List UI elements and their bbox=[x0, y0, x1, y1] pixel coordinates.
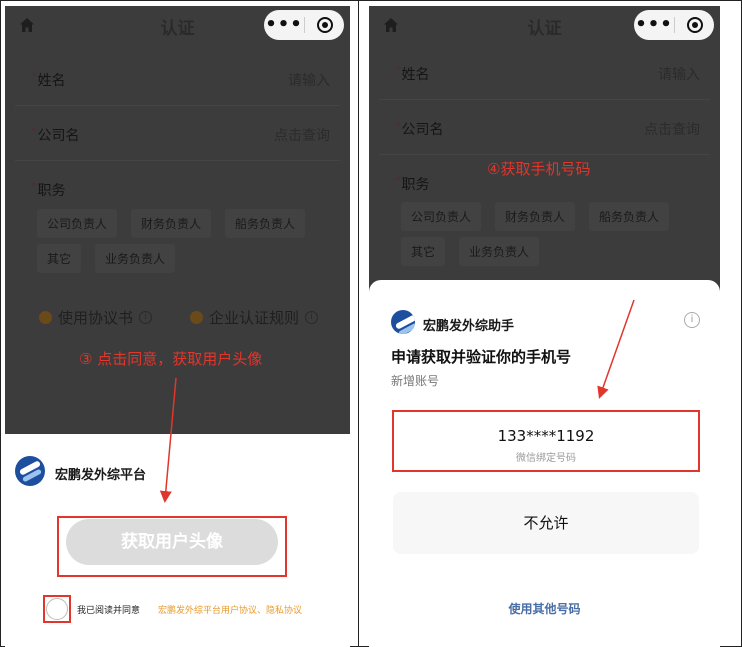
more-dots-icon[interactable]: ••• bbox=[264, 10, 304, 40]
required-mark: * bbox=[395, 64, 401, 77]
agreement-links: 使用协议书 i 企业认证规则 i bbox=[39, 307, 319, 328]
job-option-company-head[interactable]: 公司负责人 bbox=[401, 202, 482, 231]
step-annotation: ③ 点击同意，获取用户头像 bbox=[79, 350, 263, 368]
target-icon bbox=[316, 17, 333, 33]
close-miniprogram-button[interactable] bbox=[305, 17, 344, 33]
job-label: *职务 bbox=[31, 180, 66, 199]
job-options: 公司负责人 财务负责人 船务负责人 其它 业务负责人 bbox=[37, 209, 327, 273]
close-miniprogram-button[interactable] bbox=[675, 17, 714, 33]
job-option-finance-head[interactable]: 财务负责人 bbox=[131, 209, 212, 238]
job-option-business-head[interactable]: 业务负责人 bbox=[95, 244, 176, 273]
agree-text: 我已阅读并同意 bbox=[77, 606, 141, 616]
capsule-menu: ••• bbox=[264, 10, 344, 40]
job-option-other[interactable]: 其它 bbox=[37, 244, 82, 273]
name-row[interactable]: *姓名 请输入 bbox=[15, 52, 340, 106]
company-row[interactable]: *公司名 点击查询 bbox=[379, 101, 710, 155]
app-logo-icon bbox=[391, 310, 415, 334]
panel-divider bbox=[358, 0, 359, 647]
target-icon bbox=[686, 17, 703, 33]
check-dot-icon bbox=[190, 311, 204, 324]
request-title: 申请获取并验证你的手机号 bbox=[391, 348, 572, 366]
info-icon: i bbox=[305, 311, 319, 324]
required-mark: * bbox=[395, 174, 401, 187]
request-subtitle: 新增账号 bbox=[391, 374, 440, 388]
agreement-policy-link[interactable]: 宏鹏发外综平台用户协议、隐私协议 bbox=[158, 603, 302, 616]
step-annotation: ④获取手机号码 bbox=[487, 160, 591, 178]
required-mark: * bbox=[31, 125, 37, 138]
company-row[interactable]: *公司名 点击查询 bbox=[15, 107, 340, 161]
job-option-finance-head[interactable]: 财务负责人 bbox=[495, 202, 576, 231]
usage-agreement-link[interactable]: 使用协议书 i bbox=[39, 307, 153, 328]
job-option-other[interactable]: 其它 bbox=[401, 237, 446, 266]
company-label: *公司名 bbox=[31, 125, 80, 144]
name-input[interactable]: 请输入 bbox=[658, 64, 700, 84]
company-search-field[interactable]: 点击查询 bbox=[644, 119, 700, 139]
name-label: *姓名 bbox=[395, 64, 430, 83]
job-option-shipping-head[interactable]: 船务负责人 bbox=[225, 209, 306, 238]
app-logo-icon bbox=[15, 456, 45, 486]
more-dots-icon[interactable]: ••• bbox=[634, 10, 674, 40]
right-phone-screen: 认证 ••• *姓名 请输入 *公司名 点击查询 *职务 公司负责人 财务负责人… bbox=[369, 6, 720, 647]
job-label: *职务 bbox=[395, 174, 430, 193]
highlight-box bbox=[392, 410, 700, 472]
job-options: 公司负责人 财务负责人 船务负责人 其它 业务负责人 bbox=[401, 202, 701, 266]
check-dot-icon bbox=[39, 311, 52, 324]
app-name: 宏鹏发外综助手 bbox=[423, 319, 515, 334]
agree-checkbox[interactable] bbox=[46, 598, 68, 620]
navbar: 认证 ••• bbox=[5, 6, 350, 46]
get-avatar-button[interactable]: 获取用户头像 bbox=[66, 519, 278, 565]
info-icon[interactable]: i bbox=[684, 312, 700, 328]
info-icon: i bbox=[139, 311, 153, 324]
company-label: *公司名 bbox=[395, 119, 444, 138]
deny-button[interactable]: 不允许 bbox=[393, 492, 699, 554]
job-option-business-head[interactable]: 业务负责人 bbox=[459, 237, 540, 266]
required-mark: * bbox=[31, 180, 37, 193]
name-input[interactable]: 请输入 bbox=[288, 70, 330, 90]
navbar: 认证 ••• bbox=[369, 6, 720, 46]
capsule-menu: ••• bbox=[634, 10, 714, 40]
app-name: 宏鹏发外综平台 bbox=[55, 468, 147, 483]
company-search-field[interactable]: 点击查询 bbox=[274, 125, 330, 145]
use-other-number-link[interactable]: 使用其他号码 bbox=[369, 600, 720, 617]
name-row[interactable]: *姓名 请输入 bbox=[379, 46, 710, 100]
job-option-company-head[interactable]: 公司负责人 bbox=[37, 209, 118, 238]
certification-rules-link[interactable]: 企业认证规则 i bbox=[190, 307, 319, 328]
required-mark: * bbox=[395, 119, 401, 132]
name-label: *姓名 bbox=[31, 70, 66, 89]
job-option-shipping-head[interactable]: 船务负责人 bbox=[589, 202, 670, 231]
required-mark: * bbox=[31, 70, 37, 83]
